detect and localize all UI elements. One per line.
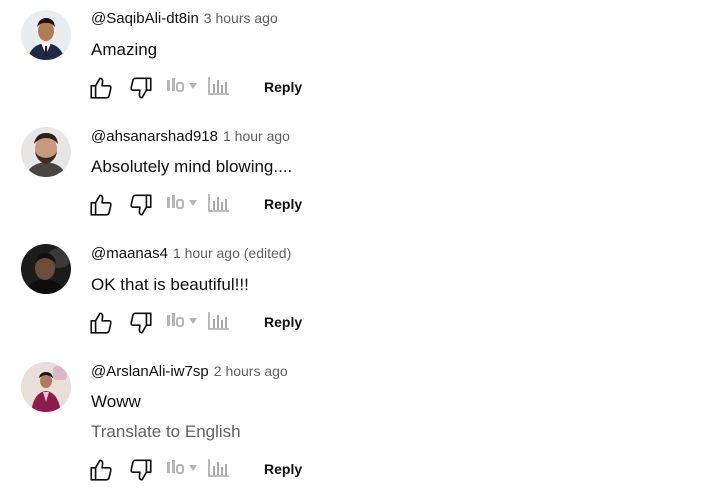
reply-button[interactable]: Reply	[264, 196, 302, 212]
comment-header: @maanas4 1 hour ago (edited)	[91, 245, 291, 263]
thumbs-up-icon[interactable]	[88, 457, 114, 488]
thumbs-down-icon[interactable]	[128, 457, 154, 488]
comment-actions: Reply	[88, 310, 328, 336]
comment-text: Absolutely mind blowing....	[91, 157, 293, 176]
comment-text: OK that is beautiful!!!	[91, 275, 249, 294]
comment-author[interactable]: @SaqibAli-dt8in	[91, 10, 199, 27]
stats-bars-icon[interactable]	[208, 193, 230, 218]
thumbs-down-icon[interactable]	[128, 192, 154, 223]
avatar[interactable]	[21, 244, 71, 294]
comment-author[interactable]: @ArslanAli-iw7sp	[91, 363, 209, 380]
vote-dropdown-icon[interactable]	[166, 76, 200, 101]
comment-author[interactable]: @maanas4	[91, 245, 168, 262]
comment-header: @ArslanAli-iw7sp 2 hours ago	[91, 363, 288, 381]
comment-actions: Reply	[88, 457, 328, 483]
vote-dropdown-icon[interactable]	[166, 193, 200, 218]
avatar[interactable]	[21, 362, 71, 412]
thumbs-down-icon[interactable]	[128, 75, 154, 106]
vote-dropdown-icon[interactable]	[166, 458, 200, 483]
comment-author[interactable]: @ahsanarshad918	[91, 128, 218, 145]
comment-time[interactable]: 1 hour ago (edited)	[173, 245, 291, 261]
comment-text: Amazing	[91, 40, 158, 59]
comment-actions: Reply	[88, 192, 328, 218]
stats-bars-icon[interactable]	[208, 458, 230, 483]
avatar[interactable]	[21, 127, 71, 177]
stats-bars-icon[interactable]	[208, 76, 230, 101]
comment-time[interactable]: 1 hour ago	[223, 128, 290, 144]
thumbs-up-icon[interactable]	[88, 75, 114, 106]
thumbs-up-icon[interactable]	[88, 310, 114, 341]
reply-button[interactable]: Reply	[264, 461, 302, 477]
comment-actions: Reply	[88, 75, 328, 101]
comment-header: @SaqibAli-dt8in 3 hours ago	[91, 10, 278, 28]
thumbs-up-icon[interactable]	[88, 192, 114, 223]
comment-time[interactable]: 2 hours ago	[214, 363, 288, 379]
translate-link[interactable]: Translate to English	[91, 422, 241, 442]
reply-button[interactable]: Reply	[264, 79, 302, 95]
stats-bars-icon[interactable]	[208, 311, 230, 336]
thumbs-down-icon[interactable]	[128, 310, 154, 341]
comment-header: @ahsanarshad918 1 hour ago	[91, 128, 290, 146]
vote-dropdown-icon[interactable]	[166, 311, 200, 336]
comment-text: Woww	[91, 392, 141, 411]
reply-button[interactable]: Reply	[264, 314, 302, 330]
avatar[interactable]	[21, 10, 71, 60]
comment-time[interactable]: 3 hours ago	[204, 10, 278, 26]
